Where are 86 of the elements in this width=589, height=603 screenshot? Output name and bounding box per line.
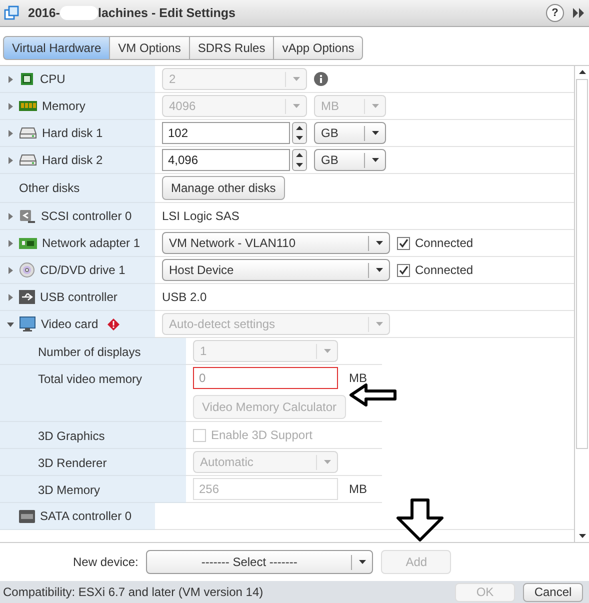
device-label: Hard disk 2 <box>42 153 103 167</box>
device-label: 3D Memory <box>38 483 100 497</box>
info-icon[interactable] <box>314 72 328 86</box>
action-button[interactable]: Manage other disks <box>162 176 285 200</box>
caret-icon <box>292 104 300 108</box>
value-text: LSI Logic SAS <box>162 209 240 223</box>
checkbox[interactable] <box>397 264 410 276</box>
tab[interactable]: Virtual Hardware <box>3 36 110 60</box>
checkbox-label: Enable 3D Support <box>211 428 312 442</box>
scrollbar[interactable] <box>574 66 589 542</box>
down-arrow-icon <box>296 136 303 140</box>
caret-icon <box>372 104 378 108</box>
spinner-button[interactable] <box>292 149 307 171</box>
chip-icon <box>19 72 35 86</box>
caret-icon <box>372 131 378 135</box>
usb-icon <box>19 290 35 304</box>
device-label: Total video memory <box>38 372 142 386</box>
device-label: 3D Graphics <box>38 429 105 443</box>
expand-arrow-icon[interactable] <box>7 240 14 246</box>
expand-arrow-icon[interactable] <box>7 102 14 110</box>
expand-arrow-icon[interactable] <box>7 130 14 136</box>
tab[interactable]: VM Options <box>110 36 190 60</box>
spinner-button[interactable] <box>292 122 307 144</box>
expand-arrow-icon[interactable] <box>7 266 14 274</box>
left-arrow-drawing <box>349 383 397 407</box>
expand-arrow-icon[interactable] <box>7 156 14 164</box>
redaction-mark <box>60 6 98 20</box>
windows-icon <box>4 5 20 21</box>
controller-icon <box>19 208 36 224</box>
expand-icon[interactable] <box>572 7 585 19</box>
window-title: lachines - Edit Settings <box>98 6 236 20</box>
network-card-icon <box>19 236 37 250</box>
caret-icon <box>372 158 378 162</box>
device-label: USB controller <box>40 290 118 304</box>
memory-module-icon <box>19 100 37 112</box>
expand-arrow-icon[interactable] <box>7 320 14 328</box>
device-label: SATA controller 0 <box>40 509 132 523</box>
compatibility-text: Compatibility: ESXi 6.7 and later (VM version 14) <box>3 585 264 599</box>
device-label: Video card <box>41 317 98 331</box>
expand-arrow-icon[interactable] <box>7 294 14 300</box>
down-arrow-drawing <box>395 498 445 542</box>
device-label: CPU <box>40 72 66 86</box>
dropdown[interactable]: GB <box>314 122 386 144</box>
up-arrow-icon <box>296 153 303 157</box>
value-text: USB 2.0 <box>162 290 207 304</box>
expand-arrow-icon[interactable] <box>7 212 14 220</box>
scroll-up-icon[interactable] <box>578 70 586 74</box>
dialog-button[interactable]: Cancel <box>523 582 583 602</box>
new-device-label: New device: <box>73 555 138 569</box>
caret-icon <box>292 77 300 81</box>
checkbox[interactable] <box>397 236 410 250</box>
monitor-icon <box>19 316 36 332</box>
up-arrow-icon <box>296 126 303 130</box>
sata-controller-icon <box>19 510 35 522</box>
device-label: Hard disk 1 <box>42 126 103 140</box>
device-label: Memory <box>42 99 86 113</box>
expand-arrow-icon[interactable] <box>7 76 14 82</box>
dropdown[interactable]: GB <box>314 149 386 171</box>
tab[interactable]: vApp Options <box>274 36 364 60</box>
scroll-down-icon[interactable] <box>578 534 586 538</box>
number-field[interactable]: 102 <box>162 122 290 144</box>
window-title: 2016- <box>28 6 60 20</box>
device-label: Network adapter 1 <box>42 236 140 250</box>
new-device-dropdown[interactable]: ------- Select ------- <box>146 550 374 574</box>
device-label: SCSI controller 0 <box>41 209 132 223</box>
caret-icon <box>376 322 382 326</box>
number-field[interactable]: 4,096 <box>162 149 290 171</box>
checkbox-label: Connected <box>415 263 474 277</box>
caret-icon <box>358 560 366 564</box>
checkbox-label: Connected <box>415 236 474 250</box>
dropdown[interactable]: Host Device <box>162 259 390 281</box>
caret-icon <box>376 268 382 272</box>
unit-label: MB <box>349 482 367 496</box>
down-arrow-icon <box>296 163 303 167</box>
dropdown[interactable]: VM Network - VLAN110 <box>162 232 390 254</box>
caret-icon <box>376 241 382 245</box>
device-label: Number of displays <box>38 345 141 359</box>
help-button[interactable]: ? <box>546 4 564 22</box>
caret-icon <box>324 349 330 353</box>
caret-icon <box>324 460 330 464</box>
tab[interactable]: SDRS Rules <box>190 36 274 60</box>
device-label: CD/DVD drive 1 <box>40 263 126 277</box>
disc-icon <box>19 262 35 278</box>
device-label: Other disks <box>19 181 80 195</box>
unit-label: MB <box>349 371 367 385</box>
device-label: 3D Renderer <box>38 456 107 470</box>
